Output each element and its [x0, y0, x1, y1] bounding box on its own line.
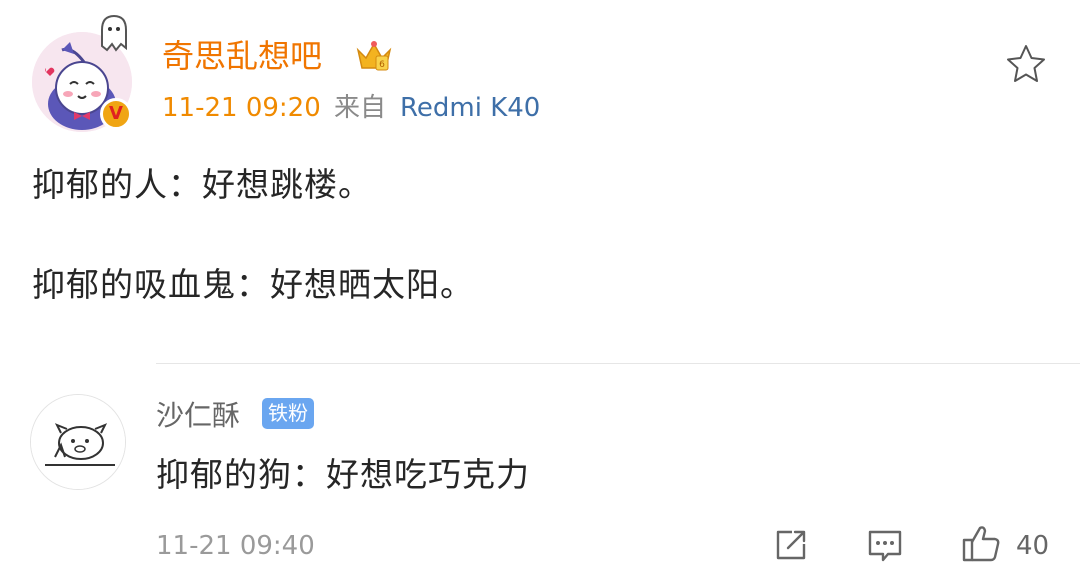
fan-badge: 铁粉 [262, 398, 314, 429]
like-count: 40 [1016, 531, 1050, 561]
post-author-name[interactable]: 奇思乱想吧 [162, 34, 322, 78]
source-prefix: 来自 [334, 93, 387, 123]
verified-badge-icon: V [100, 98, 132, 130]
star-icon[interactable] [1004, 42, 1048, 86]
share-icon[interactable] [772, 526, 810, 564]
ghost-sticker-icon [94, 12, 134, 60]
comment-text: 抑郁的狗：好想吃巧克力 [156, 455, 530, 494]
source-device-link[interactable]: Redmi K40 [400, 90, 540, 126]
post-timestamp: 11-21 09:20 [162, 93, 321, 123]
crown-icon: 6 [354, 38, 394, 74]
commenter-name[interactable]: 沙仁酥 [156, 396, 240, 436]
post-content-line: 抑郁的吸血鬼：好想晒太阳。 [32, 265, 474, 304]
thumbs-up-icon[interactable] [960, 522, 1002, 564]
svg-text:6: 6 [379, 60, 385, 70]
comment-icon[interactable] [866, 526, 904, 564]
post-content-line: 抑郁的人：好想跳楼。 [32, 165, 372, 204]
comment-timestamp: 11-21 09:40 [156, 531, 315, 561]
divider [156, 363, 1080, 364]
commenter-avatar[interactable] [30, 394, 126, 490]
